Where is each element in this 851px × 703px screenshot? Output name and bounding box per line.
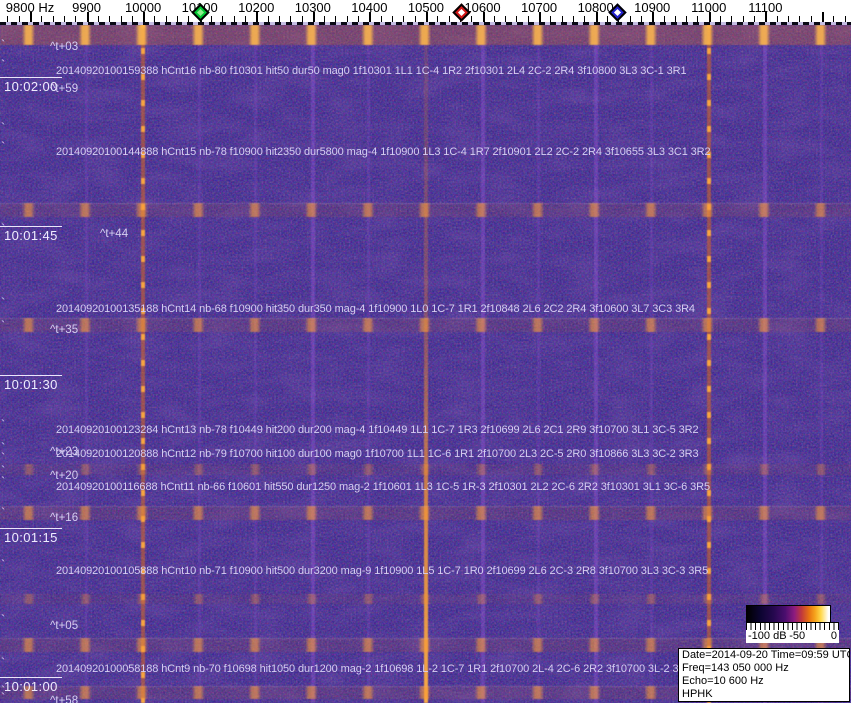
freq-tick [674, 16, 676, 22]
freq-tick [301, 16, 303, 22]
freq-tick [686, 16, 688, 22]
freq-tick [188, 16, 190, 22]
freq-tick [52, 16, 54, 22]
freq-tick [787, 16, 789, 22]
meteor-echo-monitor-window: 9800 Hz990010000101001020010300104001050… [0, 0, 851, 703]
freq-tick [392, 16, 394, 22]
freq-tick [380, 16, 382, 22]
freq-tick [233, 16, 235, 22]
freq-tick [278, 16, 280, 22]
freq-tick [41, 16, 43, 22]
info-frequency: Freq=143 050 000 Hz [682, 662, 789, 674]
freq-label: 9800 Hz [5, 0, 55, 15]
freq-tick [448, 16, 450, 22]
freq-label: 10900 [634, 0, 671, 15]
freq-tick [7, 16, 9, 22]
freq-tick [505, 16, 507, 22]
freq-tick [799, 16, 801, 22]
freq-tick [335, 16, 337, 22]
freq-tick [629, 16, 631, 22]
freq-label: 10400 [351, 0, 388, 15]
freq-tick [18, 16, 20, 22]
freq-tick [833, 16, 835, 22]
freq-tick [742, 16, 744, 22]
freq-tick [63, 16, 65, 22]
freq-tick [516, 16, 518, 22]
freq-label: 10000 [125, 0, 162, 15]
freq-tick [640, 16, 642, 22]
freq-tick [493, 16, 495, 22]
freq-tick [154, 16, 156, 22]
freq-tick [165, 16, 167, 22]
freq-tick [731, 16, 733, 22]
freq-tick [131, 16, 133, 22]
freq-tick [437, 16, 439, 22]
freq-tick [720, 16, 722, 22]
freq-tick [414, 16, 416, 22]
freq-tick [810, 16, 812, 22]
freq-tick [290, 16, 292, 22]
freq-label: 9900 [72, 0, 102, 15]
freq-tick [97, 16, 99, 22]
info-date-time: Date=2014-09-20 Time=09:59 UTC [682, 649, 850, 661]
freq-tick [120, 16, 122, 22]
scale-tick-marks [746, 623, 839, 630]
freq-label: 10200 [238, 0, 275, 15]
freq-tick [663, 16, 665, 22]
scale-labels: -100 dB -50 0 [746, 630, 839, 643]
freq-tick [754, 16, 756, 22]
freq-tick [358, 16, 360, 22]
freq-label: 10300 [294, 0, 331, 15]
scale-label-mid: -50 [789, 630, 806, 642]
freq-tick [109, 16, 111, 22]
freq-tick [573, 16, 575, 22]
freq-tick [267, 16, 269, 22]
freq-tick [584, 16, 586, 22]
freq-label: 10500 [407, 0, 445, 15]
echo-band [0, 506, 851, 520]
waterfall-write-cursor-line [0, 22, 851, 25]
blue-marker-center [614, 8, 622, 17]
freq-tick [821, 12, 824, 22]
db-color-scale: -100 dB -50 0 [746, 605, 839, 643]
freq-tick [346, 16, 348, 22]
freq-tick [527, 16, 529, 22]
spectrogram-waterfall[interactable] [0, 22, 851, 703]
freq-label: 11000 [691, 0, 727, 15]
info-station: HPHK [682, 688, 713, 700]
freq-tick [844, 16, 846, 22]
scale-label-min: -100 dB [748, 630, 787, 642]
freq-tick [697, 16, 699, 22]
freq-tick [211, 16, 212, 22]
scale-label-max: 0 [830, 630, 837, 642]
color-gradient-bar [746, 605, 831, 622]
freq-tick [75, 16, 77, 22]
freq-tick [606, 16, 608, 22]
red-marker-center [457, 8, 466, 17]
frequency-axis-ruler: 9800 Hz990010000101001020010300104001050… [0, 0, 851, 22]
freq-tick [550, 16, 552, 22]
echo-band [0, 203, 851, 217]
info-echo: Echo=10 600 Hz [682, 675, 764, 687]
freq-tick [177, 16, 179, 22]
freq-label: 11100 [748, 0, 783, 15]
echo-band [0, 25, 851, 45]
freq-tick [324, 16, 326, 22]
scale-strip: -100 dB -50 0 [746, 622, 839, 643]
freq-tick [776, 16, 778, 22]
freq-tick [471, 16, 473, 22]
freq-label: 10700 [521, 0, 558, 15]
echo-band [0, 594, 851, 604]
status-info-box: Date=2014-09-20 Time=09:59 UTC Freq=143 … [678, 648, 850, 702]
freq-tick [244, 16, 246, 22]
freq-tick [561, 16, 563, 22]
echo-band [0, 464, 851, 475]
echo-band [0, 318, 851, 332]
green-marker-center [196, 8, 204, 17]
freq-tick [403, 16, 405, 22]
freq-tick [222, 16, 224, 22]
